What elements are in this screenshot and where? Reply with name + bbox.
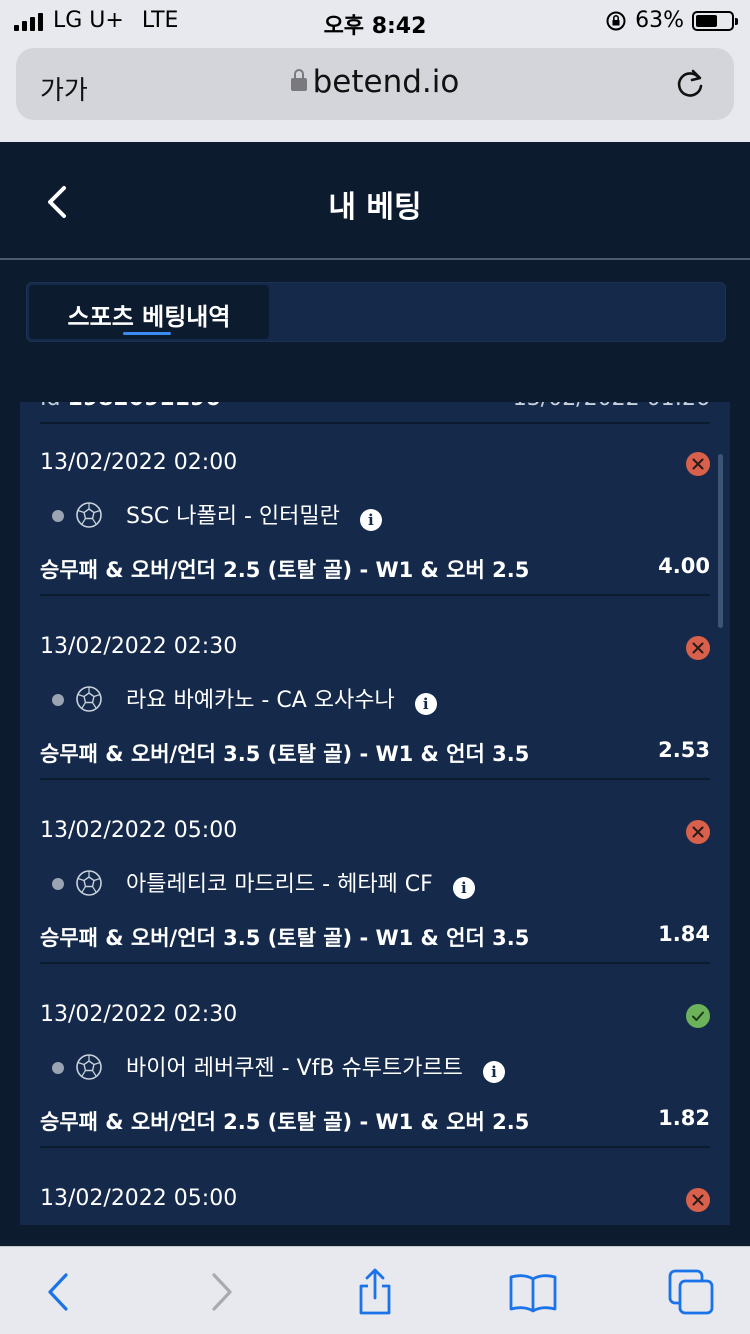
x-circle-icon — [686, 1188, 710, 1212]
browser-forward-icon[interactable] — [196, 1267, 246, 1317]
bet-market: 승무패 & 오버/언더 2.5 (토탈 골) - W1 & 오버 2.5 — [40, 558, 530, 582]
match-name-text: 바이어 레버쿠젠 - VfB 슈투트가르트 — [126, 1056, 463, 1081]
url-text: betend.io — [312, 64, 460, 100]
share-icon[interactable] — [350, 1267, 400, 1317]
soccer-ball-icon — [76, 502, 102, 528]
soccer-ball-icon — [76, 870, 102, 896]
bet-odds: 2.53 — [658, 738, 710, 762]
status-dot — [52, 1062, 64, 1074]
bet-date: 13/02/2022 02:30 — [40, 634, 238, 659]
x-circle-icon — [686, 452, 710, 476]
status-dot — [52, 510, 64, 522]
bet-date: 13/02/2022 05:00 — [40, 818, 238, 843]
x-circle-icon — [686, 820, 710, 844]
soccer-ball-icon — [76, 686, 102, 712]
tab-bar: 스포츠 베팅내역 — [26, 282, 726, 342]
x-circle-icon — [686, 636, 710, 660]
bet-item: 13/02/2022 05:00 — [20, 1138, 730, 1225]
bet-date: 13/02/2022 02:00 — [40, 450, 238, 475]
status-dot — [52, 878, 64, 890]
reload-icon[interactable] — [672, 66, 708, 102]
app-header: 내 베팅 — [0, 142, 750, 260]
bookmarks-icon[interactable] — [508, 1267, 558, 1317]
match-name: 바이어 레버쿠젠 - VfB 슈투트가르트 i — [126, 1050, 505, 1083]
bet-odds: 4.00 — [658, 554, 710, 578]
tab-label: 스포츠 베팅내역 — [67, 303, 231, 331]
match-name: 아틀레티코 마드리드 - 헤타페 CF i — [126, 866, 475, 899]
info-icon[interactable]: i — [414, 693, 437, 715]
battery-percent: 63% — [635, 8, 684, 33]
status-right: 63% — [605, 8, 738, 33]
soccer-ball-icon — [76, 1054, 102, 1080]
bet-market: 승무패 & 오버/언더 3.5 (토탈 골) - W1 & 언더 3.5 — [40, 742, 530, 766]
bet-item: 13/02/2022 05:00 아틀레티코 마드리드 - 헤타페 CF i 승무… — [20, 770, 730, 964]
battery-level — [696, 14, 718, 27]
address-bar[interactable]: 가가 betend.io — [16, 48, 734, 120]
browser-top-bar: 가가 betend.io — [0, 42, 750, 142]
bet-list-panel[interactable]: Id 1982091196 13/02/2022 01:26 13/02/202… — [20, 402, 730, 1225]
browser-toolbar — [0, 1246, 750, 1334]
bet-item: 13/02/2022 02:30 라요 바예카노 - CA 오사수나 i 승무패 … — [20, 586, 730, 780]
bet-date: 13/02/2022 02:30 — [40, 1002, 238, 1027]
info-icon[interactable]: i — [359, 509, 382, 531]
bet-market: 승무패 & 오버/언더 3.5 (토탈 골) - W1 & 언더 3.5 — [40, 926, 530, 950]
bet-item: 13/02/2022 02:30 바이어 레버쿠젠 - VfB 슈투트가르트 i … — [20, 954, 730, 1148]
bet-odds: 1.82 — [658, 1106, 710, 1130]
match-name-text: SSC 나폴리 - 인터밀란 — [126, 504, 340, 529]
match-name: 라요 바예카노 - CA 오사수나 i — [126, 682, 437, 715]
orientation-lock-icon — [606, 11, 626, 30]
match-name: SSC 나폴리 - 인터밀란 i — [126, 498, 382, 531]
bet-market: 승무패 & 오버/언더 2.5 (토탈 골) - W1 & 오버 2.5 — [40, 1110, 530, 1134]
tab-active-indicator — [123, 332, 171, 335]
bet-item: 13/02/2022 02:00 SSC 나폴리 - 인터밀란 i 승무패 & 오… — [20, 402, 730, 596]
status-bar: LG U+ LTE 오후 8:42 63% — [0, 0, 750, 42]
url-display[interactable]: betend.io — [16, 64, 734, 100]
info-icon[interactable]: i — [452, 877, 475, 899]
lock-icon — [290, 69, 307, 91]
tabs-icon[interactable] — [666, 1267, 716, 1317]
page-title: 내 베팅 — [328, 190, 422, 225]
match-name-text: 아틀레티코 마드리드 - 헤타페 CF — [126, 872, 433, 897]
match-name-text: 라요 바예카노 - CA 오사수나 — [126, 688, 395, 713]
check-circle-icon — [686, 1004, 710, 1028]
tab-sports-bets[interactable]: 스포츠 베팅내역 — [29, 285, 269, 339]
bet-date: 13/02/2022 05:00 — [40, 1186, 238, 1211]
bet-odds: 1.84 — [658, 922, 710, 946]
browser-back-icon[interactable] — [34, 1267, 84, 1317]
info-icon[interactable]: i — [482, 1061, 505, 1083]
status-dot — [52, 694, 64, 706]
battery-icon — [692, 10, 738, 31]
